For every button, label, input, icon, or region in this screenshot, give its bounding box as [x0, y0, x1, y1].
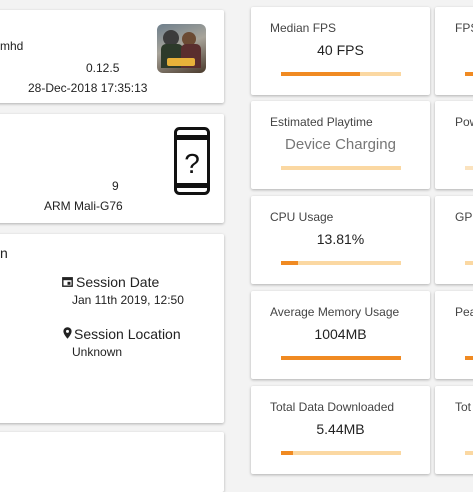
session-header: n	[0, 245, 8, 261]
session-card: n Session Date Jan 11th 2019, 12:50 Sess…	[0, 234, 224, 423]
hardware-value: 9	[112, 179, 119, 193]
metric-progress-bar	[281, 356, 401, 360]
gpu-name: ARM Mali-G76	[44, 199, 123, 213]
metric-progress-bar	[465, 451, 473, 455]
metric-card-cpu-usage: CPU Usage 13.81%	[251, 196, 430, 284]
calendar-icon	[62, 277, 73, 287]
metric-progress-fill	[281, 72, 361, 76]
metric-progress-fill	[281, 451, 293, 455]
metric-progress-fill	[281, 261, 298, 265]
session-location-label: Session Location	[74, 326, 181, 342]
metric-card-average-memory: Average Memory Usage 1004MB	[251, 291, 430, 379]
metric-title: Pea	[455, 305, 473, 319]
metric-progress-bar	[281, 166, 401, 170]
session-date-value: Jan 11th 2019, 12:50	[72, 293, 184, 307]
metric-progress-bar	[465, 166, 473, 170]
pubg-game-icon	[157, 24, 206, 73]
session-datetime: 28-Dec-2018 17:35:13	[28, 81, 148, 95]
metric-progress-bar	[465, 72, 473, 76]
metric-title: Total Data Downloaded	[270, 400, 395, 414]
metric-progress-bar	[465, 261, 473, 265]
metric-title: GPU	[455, 210, 473, 224]
metric-card-peek-gpu: GPU	[435, 196, 473, 284]
metric-title: CPU Usage	[270, 210, 334, 224]
metric-value: Device Charging	[285, 136, 396, 153]
metric-value: 1004MB	[314, 326, 367, 342]
metric-card-data-downloaded: Total Data Downloaded 5.44MB	[251, 386, 430, 474]
bottom-card	[0, 432, 224, 492]
metric-title: Pow	[455, 115, 473, 129]
session-date-label: Session Date	[76, 274, 160, 290]
metric-title: Average Memory Usage	[270, 305, 400, 319]
metric-progress-fill	[465, 72, 473, 76]
svg-text:?: ?	[184, 148, 200, 179]
session-location-value: Unknown	[72, 345, 123, 359]
user-name: mhd	[0, 39, 24, 53]
device-info-card: mhd 0.12.5 28-Dec-2018 17:35:13	[0, 10, 224, 103]
metric-card-peek-total: Tot	[435, 386, 473, 474]
metric-card-peek-peak: Pea	[435, 291, 473, 379]
metric-card-median-fps: Median FPS 40 FPS	[251, 7, 430, 95]
metric-card-peek-fps: FPS	[435, 7, 473, 95]
metric-progress-bar	[281, 261, 401, 265]
metric-progress-bar	[465, 356, 473, 360]
metric-value: 13.81%	[316, 231, 365, 247]
phone-unknown-icon: ?	[174, 127, 210, 195]
location-pin-icon	[63, 327, 72, 339]
metric-progress-fill	[465, 356, 473, 360]
metric-title: Median FPS	[270, 21, 337, 35]
app-version: 0.12.5	[86, 61, 120, 75]
metric-card-estimated-playtime: Estimated Playtime Device Charging	[251, 101, 430, 189]
metric-title: Tot	[455, 400, 472, 414]
metric-title: Estimated Playtime	[270, 115, 373, 129]
hardware-card: ? 9 ARM Mali-G76	[0, 114, 224, 223]
metric-progress-fill	[281, 356, 401, 360]
metric-value: 40 FPS	[317, 42, 364, 58]
metric-value: 5.44MB	[316, 421, 365, 437]
metric-card-peek-power: Pow	[435, 101, 473, 189]
metric-title: FPS	[455, 21, 473, 35]
metric-progress-fill	[281, 166, 401, 170]
metric-progress-bar	[281, 451, 401, 455]
metric-progress-bar	[281, 72, 401, 76]
